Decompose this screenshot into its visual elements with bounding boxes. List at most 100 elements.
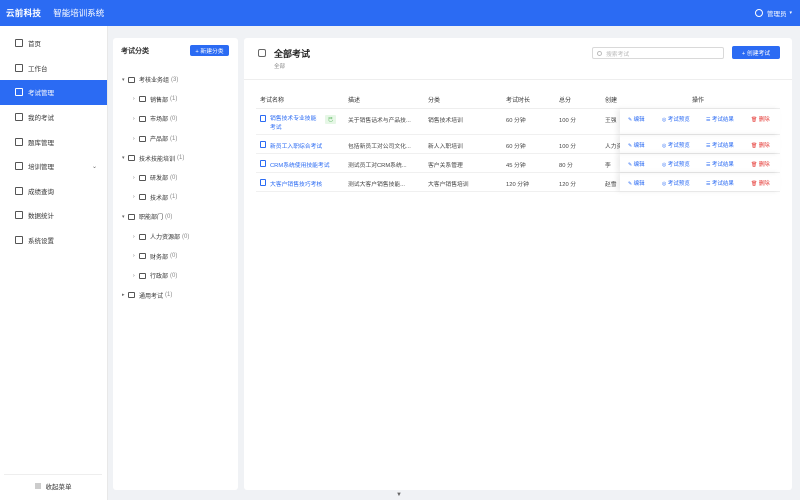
edit-action-label: 编辑 (633, 117, 645, 123)
new-category-button[interactable]: + 新建分类 (190, 45, 229, 56)
preview-action-label: 考试预览 (667, 117, 690, 123)
exam-creator: 人力资源 (605, 144, 620, 150)
category-panel-header: 考试分类 + 新建分类 (113, 38, 238, 64)
results-action-button[interactable]: ☰ 考试结果 (706, 141, 734, 149)
exam-name: 销售技术专业技能考试 (270, 116, 317, 131)
results-action-button[interactable]: ☰ 考试结果 (706, 160, 734, 168)
exam-name-link[interactable]: 大客户销售技巧考核 (260, 179, 344, 188)
tree-node[interactable]: ▾ 考核业务组 (3) (113, 70, 238, 90)
tree-node[interactable]: ▾ 技术技能培训 (1) (113, 148, 238, 168)
desk-icon (15, 63, 23, 72)
sidebar-item-label: 成绩查询 (28, 188, 54, 196)
brand-logo: 云前科技 (6, 8, 42, 18)
sidebar-item-label: 考试管理 (28, 90, 54, 98)
sidebar-item-label: 工作台 (28, 65, 48, 73)
tree-node-label: 财务部 (150, 254, 169, 261)
tree-node-label: 考核业务组 (139, 78, 170, 85)
folder-icon (128, 292, 135, 299)
edit-action-label: 编辑 (633, 181, 645, 187)
results-action-button[interactable]: ☰ 考试结果 (706, 115, 734, 123)
table-row[interactable]: 销售技术专业技能考试已关于销售话术与产品技... 销售技术培训 60 分钟 100 分… (256, 109, 780, 135)
exam-category: 新人入职培训 (428, 144, 463, 150)
exam-duration: 45 分钟 (506, 163, 526, 169)
exam-score: 100 分 (559, 118, 577, 124)
tree-node[interactable]: › 技术部 (1) (113, 188, 238, 208)
sidebar-item-7[interactable]: 数据统计 (0, 203, 107, 228)
results-action-label: 考试结果 (711, 143, 734, 149)
tree-node-label: 研发部 (150, 176, 169, 183)
page-subtitle: 全部 (274, 64, 286, 70)
user-menu[interactable]: 管理员 ▾ (754, 8, 792, 18)
sidebar-item-1[interactable]: 工作台 (0, 56, 107, 81)
tree-node-count: (0) (170, 174, 178, 181)
exam-category: 销售技术培训 (428, 118, 463, 124)
tree-node-label: 职能部门 (139, 215, 164, 222)
tree-node[interactable]: › 市场部 (0) (113, 109, 238, 129)
results-action-label: 考试结果 (711, 162, 734, 168)
preview-action-button[interactable]: ◎ 考试预览 (662, 141, 690, 149)
sidebar-item-4[interactable]: 题库管理 (0, 129, 107, 154)
preview-action-button[interactable]: ◎ 考试预览 (662, 115, 690, 123)
exam-icon (15, 88, 23, 97)
table-header: 考试名称 描述 分类 考试时长 总分 创建 操作 (256, 88, 780, 109)
edit-action-label: 编辑 (633, 162, 645, 168)
table-row[interactable]: CRM系统使用技能考试 测试员工对CRM系统... 客户关系管理 45 分钟 80 分 李… (256, 154, 780, 173)
collapse-menu-button[interactable]: 收起菜单 (4, 474, 102, 496)
tree-node[interactable]: › 研发部 (0) (113, 168, 238, 188)
category-panel-title: 考试分类 (121, 48, 149, 55)
edit-action-button[interactable]: ✎ 编辑 (628, 160, 645, 168)
preview-action-button[interactable]: ◎ 考试预览 (662, 160, 690, 168)
tree-node[interactable]: › 财务部 (0) (113, 246, 238, 266)
table-row[interactable]: 新员工入职综合考试 包括新员工对公司文化... 新人入职培训 60 分钟 100 分 人力… (256, 135, 780, 154)
sidebar-item-5[interactable]: 培训管理 ⌄ (0, 154, 107, 179)
delete-icon: 🗑 (751, 181, 759, 187)
preview-action-button[interactable]: ◎ 考试预览 (662, 179, 690, 187)
delete-action-button[interactable]: 🗑 删除 (751, 115, 770, 123)
exam-score: 120 分 (559, 182, 577, 188)
delete-action-button[interactable]: 🗑 删除 (751, 179, 770, 187)
tree-node[interactable]: › 销售部 (1) (113, 90, 238, 110)
document-icon (260, 160, 266, 167)
delete-action-button[interactable]: 🗑 删除 (751, 160, 770, 168)
exam-name-link[interactable]: 销售技术专业技能考试已 (260, 115, 344, 133)
tree-node[interactable]: › 产品部 (1) (113, 129, 238, 149)
exam-name-link[interactable]: CRM系统使用技能考试 (260, 160, 344, 169)
exam-name-link[interactable]: 新员工入职综合考试 (260, 141, 344, 150)
folder-icon (128, 76, 135, 83)
edit-action-button[interactable]: ✎ 编辑 (628, 115, 645, 123)
exam-score: 80 分 (559, 163, 573, 169)
sidebar-item-6[interactable]: 成绩查询 (0, 179, 107, 204)
tree-node-label: 技术部 (150, 195, 169, 202)
results-action-label: 考试结果 (711, 181, 734, 187)
delete-action-label: 删除 (758, 181, 770, 187)
document-icon (260, 141, 266, 148)
document-icon (260, 179, 266, 186)
tree-node[interactable]: › 人力资源部 (0) (113, 227, 238, 247)
edit-action-button[interactable]: ✎ 编辑 (628, 179, 645, 187)
menu-toggle-icon[interactable] (258, 49, 266, 57)
edit-action-button[interactable]: ✎ 编辑 (628, 141, 645, 149)
folder-icon (139, 272, 146, 279)
results-action-button[interactable]: ☰ 考试结果 (706, 179, 734, 187)
document-icon (260, 115, 266, 122)
column-header-score: 总分 (559, 98, 572, 104)
sidebar-item-3[interactable]: 我的考试 (0, 105, 107, 130)
scroll-down-icon[interactable]: ▼ (396, 492, 402, 498)
folder-icon (139, 233, 146, 240)
create-exam-button[interactable]: + 创建考试 (732, 46, 780, 59)
training-icon (15, 162, 23, 171)
sidebar-item-label: 数据统计 (28, 213, 54, 221)
tree-node[interactable]: ▾ 职能部门 (0) (113, 207, 238, 227)
table-row[interactable]: 大客户销售技巧考核 测试大客户销售技能... 大客户销售培训 120 分钟 120 分 赵… (256, 173, 780, 192)
system-name: 智能培训系统 (53, 8, 105, 18)
search-input[interactable]: 搜索考试 (592, 47, 724, 59)
sidebar-item-8[interactable]: 系统设置 (0, 228, 107, 253)
delete-action-button[interactable]: 🗑 删除 (751, 141, 770, 149)
tree-node[interactable]: ▸ 通用考试 (1) (113, 286, 238, 306)
top-bar: 云前科技 智能培训系统 管理员 ▾ (0, 0, 800, 26)
exam-description: 关于销售话术与产品技... (348, 118, 411, 124)
sidebar: 首页工作台考试管理我的考试 题库管理 培训管理 ⌄ 成绩查询数据统计系统设置 收起菜单 (0, 26, 108, 500)
tree-node[interactable]: › 行政部 (0) (113, 266, 238, 286)
sidebar-item-2[interactable]: 考试管理 (0, 80, 107, 105)
sidebar-item-0[interactable]: 首页 (0, 31, 107, 56)
